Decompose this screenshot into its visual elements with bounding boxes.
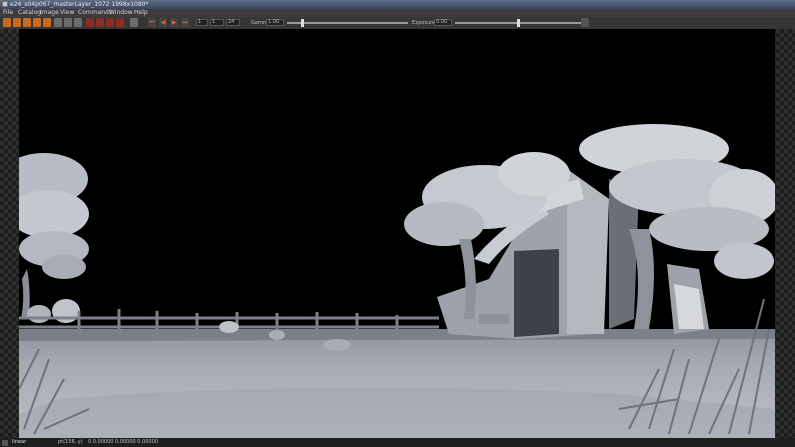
- save-file-icon[interactable]: [43, 18, 51, 27]
- exposure-label: Exposure: [412, 20, 436, 26]
- layers-icon[interactable]: [74, 18, 82, 27]
- gamma-value-field[interactable]: 1.00: [266, 19, 284, 26]
- rendered-image: [19, 29, 775, 438]
- status-bar: linear pt(156, y) 0 0.00000 0.00000 0.00…: [0, 438, 795, 447]
- menu-file[interactable]: File: [3, 9, 13, 17]
- full-size-icon[interactable]: [106, 18, 114, 27]
- frame-start-field[interactable]: 1: [196, 19, 208, 26]
- pixel-values: 0 0.00000 0.00000 0.00000: [88, 439, 158, 445]
- app-icon: [2, 1, 8, 7]
- play-forward-icon[interactable]: ▶: [170, 18, 178, 27]
- zoom-tool-icon[interactable]: [13, 18, 21, 27]
- frame-current-field[interactable]: 1: [210, 19, 224, 26]
- skip-to-end-icon[interactable]: ⏭: [181, 18, 189, 27]
- refresh-icon[interactable]: [130, 18, 138, 27]
- crop-icon[interactable]: [116, 18, 124, 27]
- view-mode-selector[interactable]: linear: [12, 438, 26, 447]
- gamma-slider-handle[interactable]: [301, 19, 304, 27]
- open-file-icon[interactable]: [33, 18, 41, 27]
- fit-view-icon[interactable]: [96, 18, 104, 27]
- rock: [219, 321, 239, 333]
- play-backward-icon[interactable]: ◀: [159, 18, 167, 27]
- image-viewer-app: e24_s04p067_masterLayer_1072 1998x1080* …: [0, 0, 795, 447]
- grass-tuft: [269, 330, 285, 340]
- exposure-slider-handle[interactable]: [517, 19, 520, 27]
- menu-window[interactable]: Window: [109, 9, 133, 17]
- channels-icon[interactable]: [64, 18, 72, 27]
- left-tree: [19, 153, 89, 323]
- frame-end-field[interactable]: 24: [226, 19, 240, 26]
- grass-tuft: [323, 339, 351, 351]
- pixel-coordinates: pt(156, y): [58, 439, 83, 445]
- gamma-slider-track[interactable]: [287, 22, 408, 24]
- menu-catalog[interactable]: Catalog: [18, 9, 41, 17]
- render-scene: [19, 124, 775, 438]
- menu-commands[interactable]: Commands: [78, 9, 112, 17]
- exposure-value-field[interactable]: 0.00: [434, 19, 452, 26]
- menu-help[interactable]: Help: [134, 9, 148, 17]
- menu-view[interactable]: View: [60, 9, 74, 17]
- skip-to-start-icon[interactable]: ⏮: [148, 18, 156, 27]
- grid-icon[interactable]: [86, 18, 94, 27]
- status-icon: [2, 440, 8, 446]
- image-viewport[interactable]: [0, 29, 795, 438]
- reset-display-icon[interactable]: [581, 18, 589, 27]
- compare-icon[interactable]: [54, 18, 62, 27]
- menu-bar: File Catalog Image View Commands Window …: [0, 9, 795, 17]
- color-picker-icon[interactable]: [23, 18, 31, 27]
- pan-tool-icon[interactable]: [3, 18, 11, 27]
- menu-image[interactable]: Image: [40, 9, 59, 17]
- title-bar: e24_s04p067_masterLayer_1072 1998x1080*: [0, 0, 795, 9]
- window-title: e24_s04p067_masterLayer_1072 1998x1080*: [10, 1, 149, 8]
